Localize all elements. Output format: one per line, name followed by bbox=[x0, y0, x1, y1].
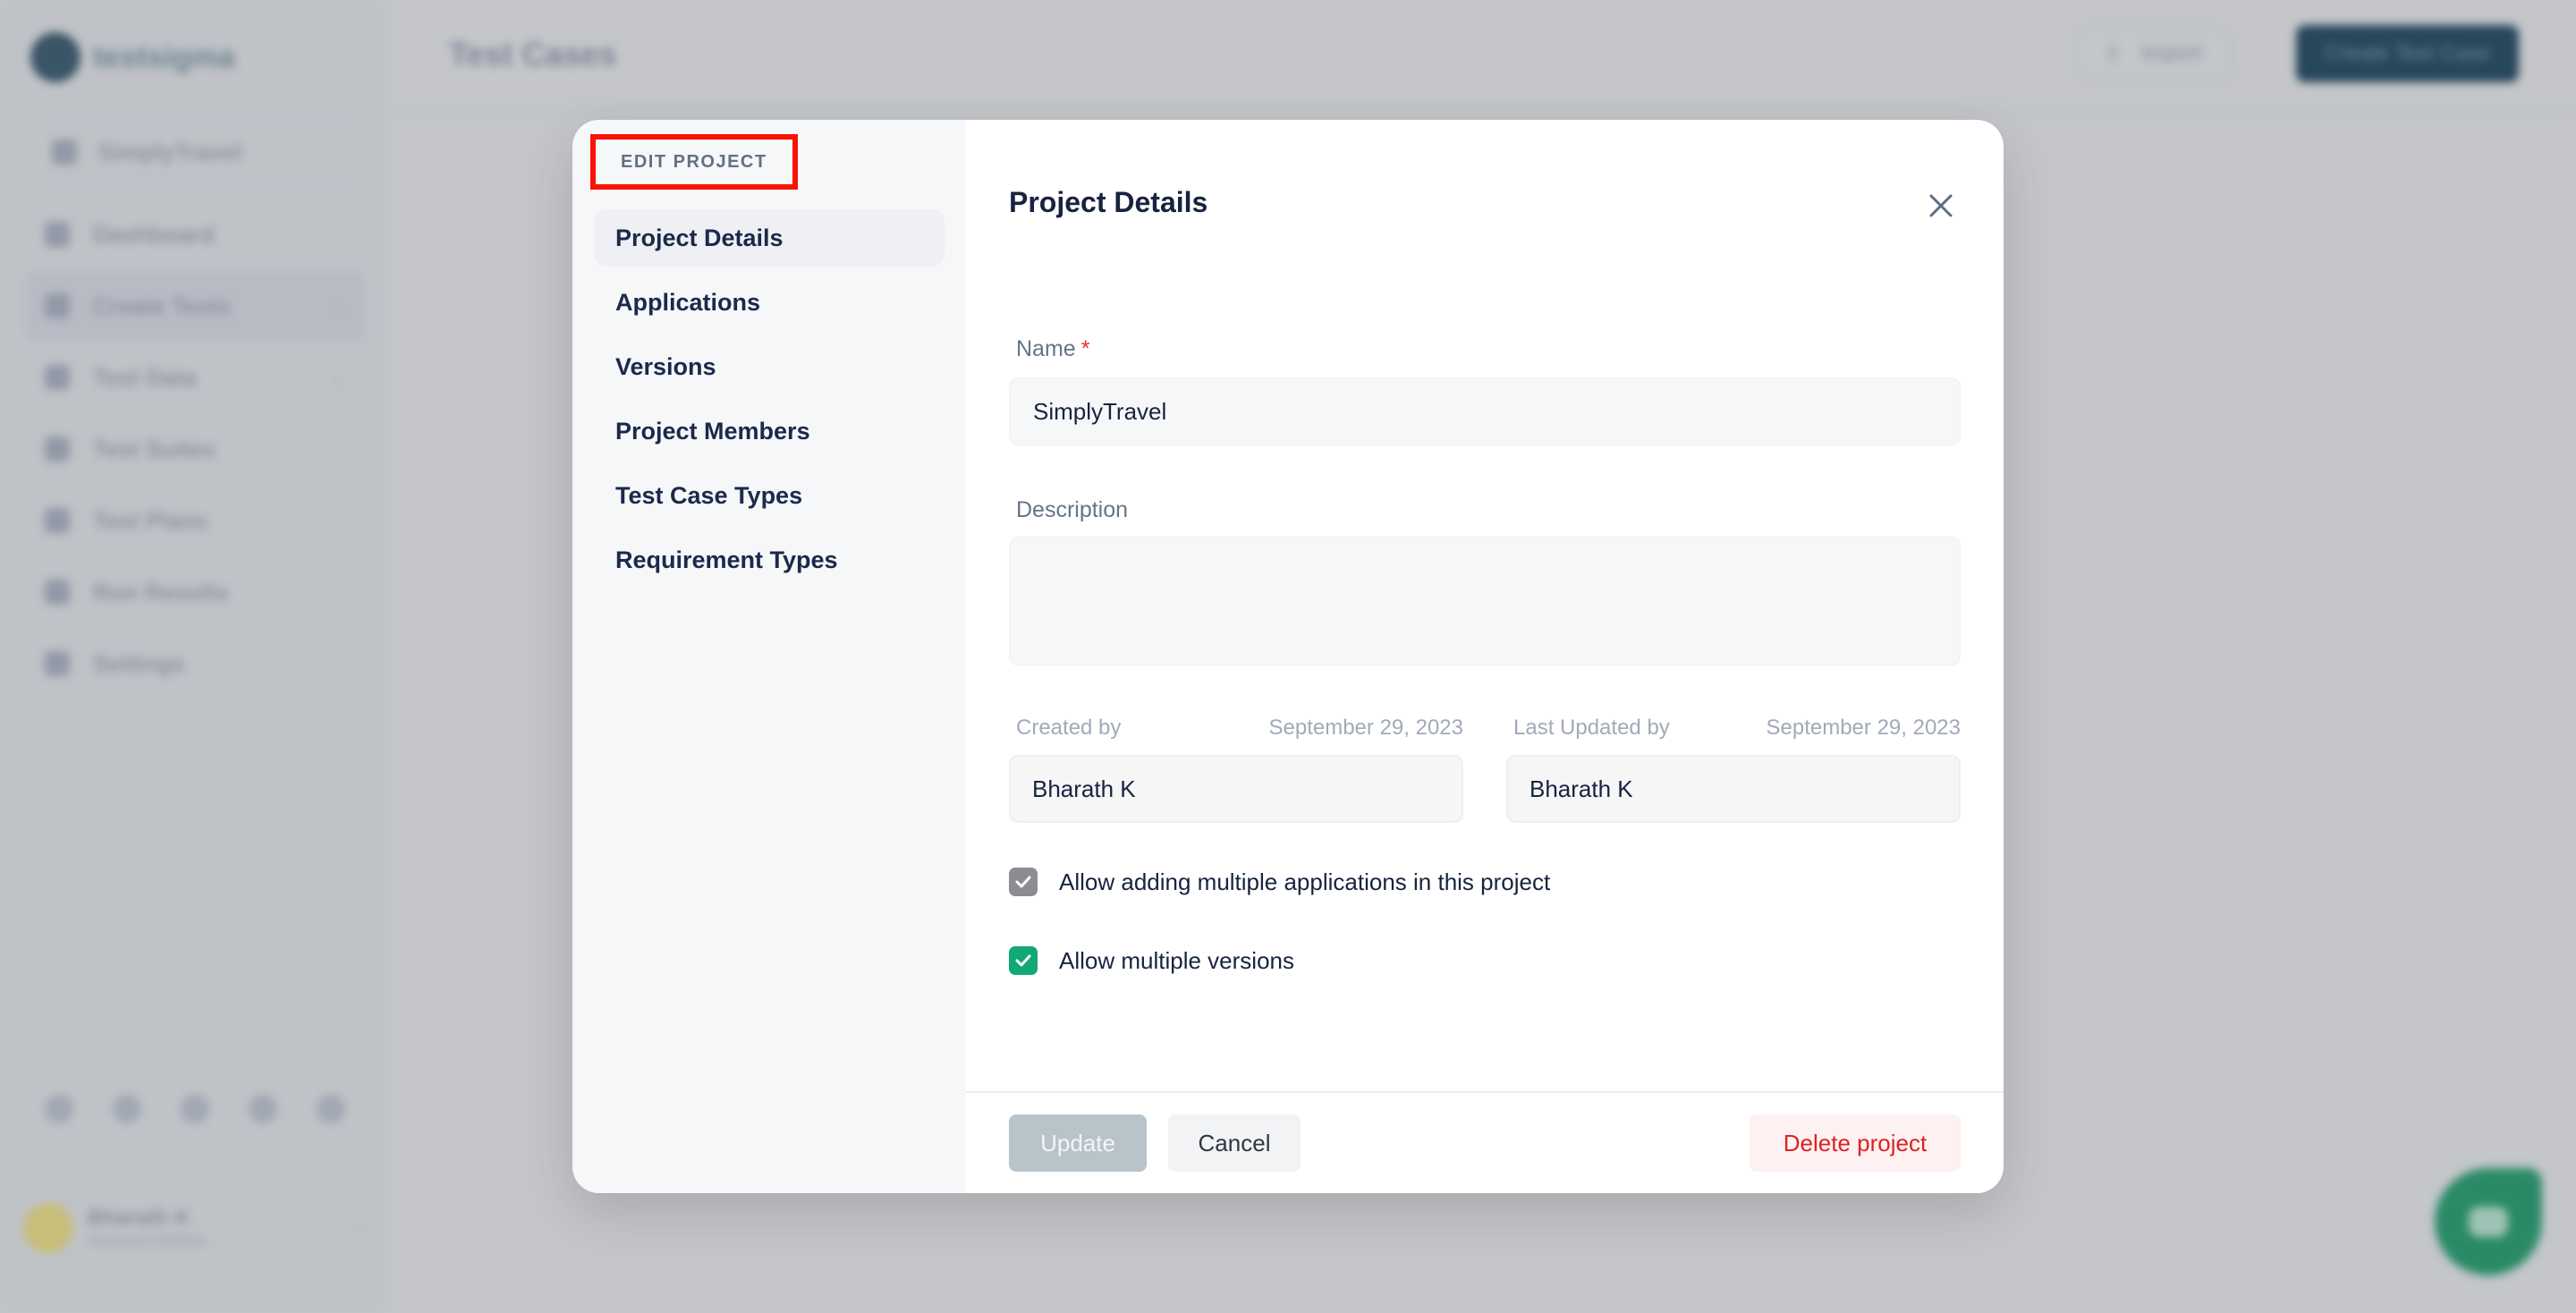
edit-project-modal: EDIT PROJECT Project Details Application… bbox=[572, 120, 2004, 1193]
chevron-down-icon: ⌄ bbox=[330, 368, 345, 388]
multiple-applications-checkbox[interactable] bbox=[1009, 868, 1038, 896]
create-label: Create Test Case bbox=[2325, 41, 2490, 65]
required-mark: * bbox=[1080, 336, 1090, 361]
table-icon bbox=[45, 365, 70, 390]
created-meta: Created by September 29, 2023 bbox=[1016, 716, 1463, 741]
user-role: Account Admin bbox=[88, 1230, 208, 1250]
folder-icon bbox=[52, 140, 77, 165]
import-label: Import bbox=[2140, 41, 2202, 65]
sidebar-tools bbox=[25, 1073, 365, 1145]
modal-nav-project-details[interactable]: Project Details bbox=[594, 209, 945, 267]
modal-content: Project Details Name* Description Create… bbox=[966, 120, 2004, 1193]
multiple-versions-checkbox[interactable] bbox=[1009, 946, 1038, 975]
page-title: Test Cases bbox=[449, 36, 617, 72]
updated-date: September 29, 2023 bbox=[1766, 716, 1962, 740]
grid-icon bbox=[45, 436, 70, 462]
chevron-right-icon: › bbox=[356, 1216, 363, 1239]
chat-icon bbox=[2469, 1207, 2508, 1237]
chevron-down-icon: ⌄ bbox=[330, 296, 345, 317]
modal-nav-pane: EDIT PROJECT Project Details Application… bbox=[572, 120, 966, 1193]
info-icon[interactable] bbox=[181, 1095, 209, 1123]
modal-footer: Update Cancel Delete project bbox=[966, 1091, 2004, 1193]
sidebar: testsigma SimplyTravel Dashboard Create … bbox=[0, 0, 385, 1313]
close-button[interactable] bbox=[1921, 186, 1961, 225]
sidebar-item-label: Test Data bbox=[93, 363, 197, 391]
created-by-label: Created by bbox=[1016, 716, 1122, 740]
user-menu[interactable]: Bharath K Account Admin › bbox=[23, 1203, 363, 1253]
project-switcher[interactable]: SimplyTravel bbox=[25, 122, 365, 182]
gear-icon bbox=[45, 651, 70, 676]
updated-meta: Last Updated by September 29, 2023 bbox=[1513, 716, 1961, 741]
home-icon bbox=[45, 222, 70, 247]
close-icon bbox=[1929, 194, 1953, 217]
sidebar-item-settings[interactable]: Settings bbox=[25, 628, 365, 699]
modal-nav-versions[interactable]: Versions bbox=[594, 338, 945, 395]
modal-nav-project-members[interactable]: Project Members bbox=[594, 402, 945, 460]
multiple-applications-option[interactable]: Allow adding multiple applications in th… bbox=[1009, 868, 1550, 896]
sidebar-item-create-tests[interactable]: Create Tests ⌄ bbox=[25, 270, 365, 342]
help-icon[interactable] bbox=[45, 1095, 73, 1123]
notification-icon[interactable] bbox=[249, 1095, 277, 1123]
delete-project-button[interactable]: Delete project bbox=[1750, 1114, 1961, 1172]
project-switcher-label: SimplyTravel bbox=[98, 138, 242, 165]
modal-title: Project Details bbox=[1009, 186, 1208, 218]
multiple-versions-option[interactable]: Allow multiple versions bbox=[1009, 946, 1294, 975]
modal-nav-list: Project Details Applications Versions Pr… bbox=[594, 209, 945, 596]
user-name: Bharath K bbox=[88, 1205, 191, 1230]
sidebar-item-test-data[interactable]: Test Data ⌄ bbox=[25, 342, 365, 413]
modal-nav-requirement-types[interactable]: Requirement Types bbox=[594, 531, 945, 589]
pen-icon bbox=[45, 293, 70, 318]
sidebar-item-test-suites[interactable]: Test Suites bbox=[25, 413, 365, 485]
sidebar-item-label: Test Suites bbox=[93, 435, 216, 462]
import-button[interactable]: ⇪ Import bbox=[2074, 27, 2231, 80]
multiple-versions-label: Allow multiple versions bbox=[1059, 946, 1294, 974]
sidebar-item-label: Run Results bbox=[93, 578, 229, 606]
avatar bbox=[23, 1203, 73, 1253]
cancel-button[interactable]: Cancel bbox=[1168, 1114, 1301, 1172]
sidebar-item-run-results[interactable]: Run Results bbox=[25, 556, 365, 628]
update-button[interactable]: Update bbox=[1009, 1114, 1147, 1172]
logo-icon bbox=[30, 32, 80, 82]
created-by-field: Bharath K bbox=[1009, 755, 1463, 823]
sidebar-item-label: Dashboard bbox=[93, 220, 215, 248]
chart-icon bbox=[45, 580, 70, 605]
description-input[interactable] bbox=[1009, 537, 1961, 665]
sidebar-item-dashboard[interactable]: Dashboard bbox=[25, 199, 365, 270]
section-label: EDIT PROJECT bbox=[590, 134, 798, 190]
docs-icon[interactable] bbox=[113, 1095, 141, 1123]
app-logo: testsigma bbox=[30, 32, 235, 82]
updated-by-label: Last Updated by bbox=[1513, 716, 1670, 740]
updated-by-field: Bharath K bbox=[1506, 755, 1961, 823]
sidebar-nav: Dashboard Create Tests ⌄ Test Data ⌄ Tes… bbox=[25, 199, 365, 699]
modal-nav-test-case-types[interactable]: Test Case Types bbox=[594, 467, 945, 524]
name-label: Name * bbox=[1016, 336, 1089, 362]
sidebar-item-label: Create Tests bbox=[93, 292, 232, 319]
check-icon bbox=[1015, 954, 1031, 967]
name-label-text: Name bbox=[1016, 336, 1076, 361]
sidebar-item-label: Test Plans bbox=[93, 506, 208, 534]
clock-icon bbox=[45, 508, 70, 533]
support-icon[interactable] bbox=[317, 1095, 345, 1123]
multiple-applications-label: Allow adding multiple applications in th… bbox=[1059, 868, 1551, 895]
description-label: Description bbox=[1016, 497, 1129, 522]
check-icon bbox=[1015, 876, 1031, 888]
sidebar-item-label: Settings bbox=[93, 649, 185, 677]
chat-support-button[interactable] bbox=[2435, 1168, 2542, 1275]
app-name: testsigma bbox=[93, 39, 235, 74]
created-date: September 29, 2023 bbox=[1268, 716, 1464, 740]
top-bar: Test Cases ⇪ Import Create Test Case bbox=[385, 0, 2576, 113]
name-input[interactable] bbox=[1009, 377, 1961, 445]
create-test-case-button[interactable]: Create Test Case bbox=[2296, 25, 2519, 82]
upload-icon: ⇪ bbox=[2103, 41, 2122, 66]
sidebar-item-test-plans[interactable]: Test Plans bbox=[25, 485, 365, 556]
modal-nav-applications[interactable]: Applications bbox=[594, 274, 945, 331]
